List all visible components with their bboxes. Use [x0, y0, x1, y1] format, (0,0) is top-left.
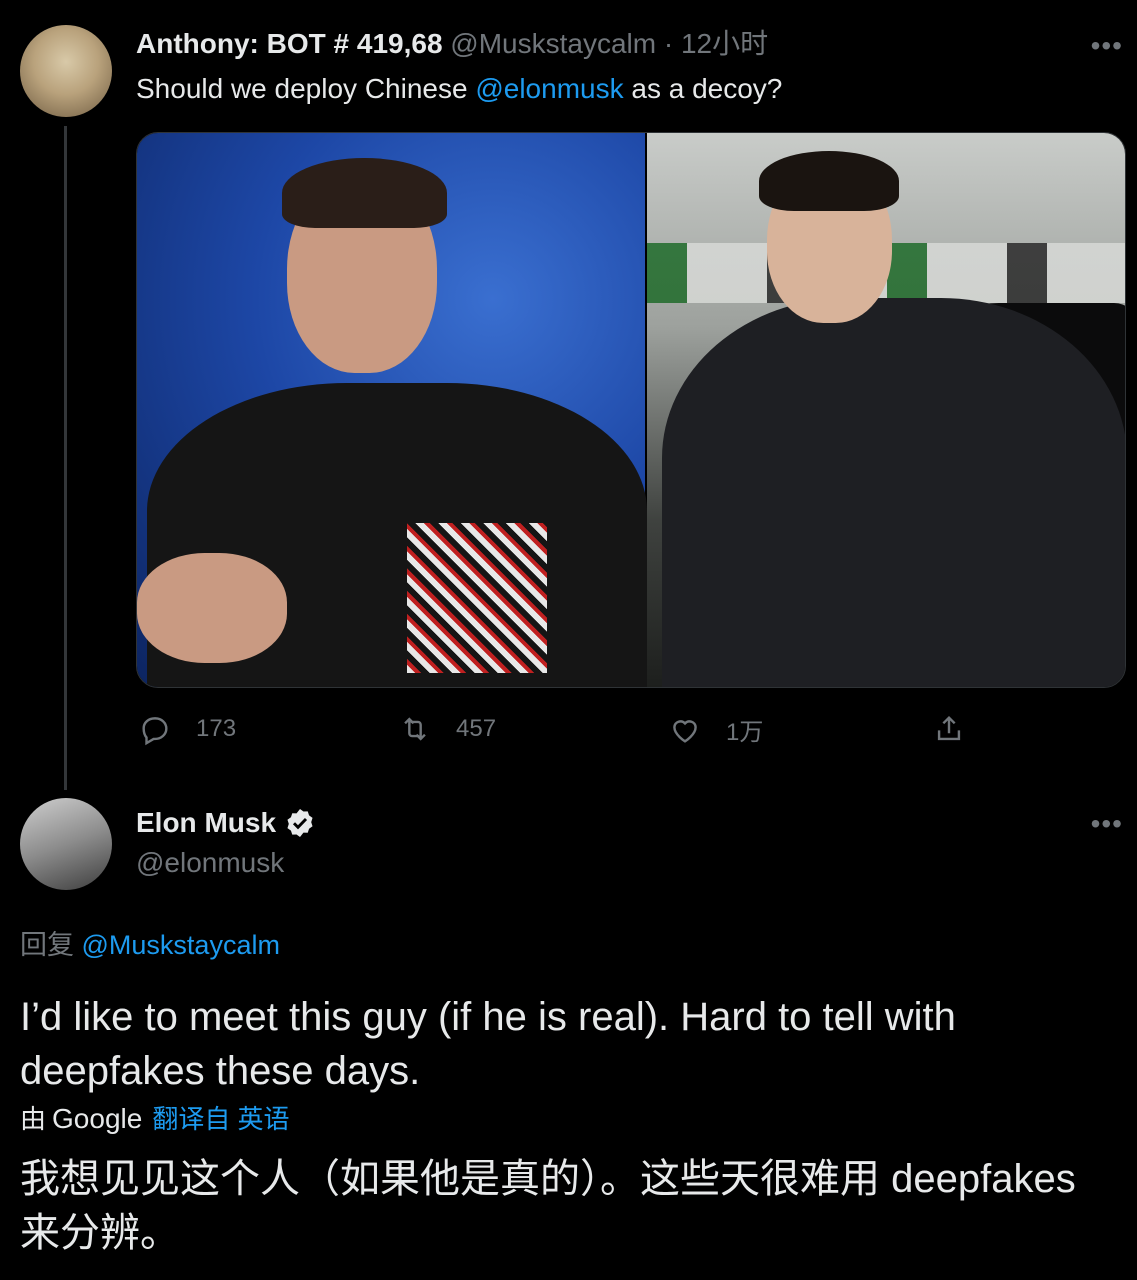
media-photo-left[interactable]: [137, 133, 647, 687]
avatar[interactable]: [20, 25, 112, 117]
share-icon: [937, 715, 961, 741]
thread-connector: [64, 126, 67, 790]
tweet-thread: Anthony: BOT # 419,68 @Muskstaycalm · 12…: [0, 0, 1137, 1280]
photo-figure-body: [662, 298, 1125, 687]
translated-from-link[interactable]: 翻译自 英语: [152, 1100, 289, 1138]
reply-count: 173: [196, 715, 237, 742]
reply-icon: [142, 717, 168, 746]
like-count: 1万: [726, 719, 764, 746]
mention-link[interactable]: @elonmusk: [475, 73, 623, 104]
translated-by-label: 由: [20, 1104, 47, 1134]
more-icon[interactable]: •••: [1091, 810, 1123, 838]
replying-to-label: 回复: [20, 930, 82, 960]
avatar[interactable]: [20, 798, 112, 890]
mention-link[interactable]: @Muskstaycalm: [82, 930, 280, 960]
share-button[interactable]: [932, 712, 990, 746]
photo-figure-hair: [282, 158, 447, 228]
like-icon: [673, 719, 697, 743]
replying-to: 回复 @Muskstaycalm: [20, 926, 280, 964]
more-icon[interactable]: •••: [1091, 32, 1123, 60]
display-name-row: Elon Musk: [136, 804, 316, 842]
tweet-media[interactable]: [136, 132, 1126, 688]
display-name[interactable]: Elon Musk: [136, 804, 276, 842]
tweet-text-end: as a decoy?: [623, 73, 783, 104]
display-name[interactable]: Anthony: BOT # 419,68: [136, 28, 443, 59]
tweet-text-start: Should we deploy Chinese: [136, 73, 476, 104]
retweet-button[interactable]: 457: [398, 712, 496, 746]
action-bar: 173 457 1万: [136, 712, 976, 756]
retweet-count: 457: [456, 715, 497, 742]
retweet-icon: [404, 717, 426, 741]
handle[interactable]: @Muskstaycalm: [450, 28, 656, 59]
photo-shirt-graphic: [407, 523, 547, 673]
like-button[interactable]: 1万: [668, 712, 763, 747]
photo-figure-hair: [759, 151, 899, 211]
handle[interactable]: @elonmusk: [136, 844, 284, 882]
verified-icon: [287, 809, 313, 837]
tweet-header: Anthony: BOT # 419,68 @Muskstaycalm · 12…: [136, 26, 768, 62]
photo-figure-hand: [137, 553, 287, 663]
tweet-text: I’d like to meet this guy (if he is real…: [20, 995, 956, 1093]
reply-button[interactable]: 173: [138, 712, 236, 746]
media-photo-right[interactable]: [647, 133, 1125, 687]
google-logo: Google: [52, 1103, 143, 1134]
translation-attribution: 由 Google 翻译自 英语: [20, 1100, 290, 1138]
timestamp[interactable]: 12小时: [681, 28, 768, 59]
translated-text: 我想见见这个人（如果他是真的）。这些天很难用 deepfakes 来分辨。: [20, 1157, 1076, 1255]
tweet-text: Should we deploy Chinese @elonmusk as a …: [136, 70, 782, 108]
dot-separator: ·: [663, 28, 674, 59]
